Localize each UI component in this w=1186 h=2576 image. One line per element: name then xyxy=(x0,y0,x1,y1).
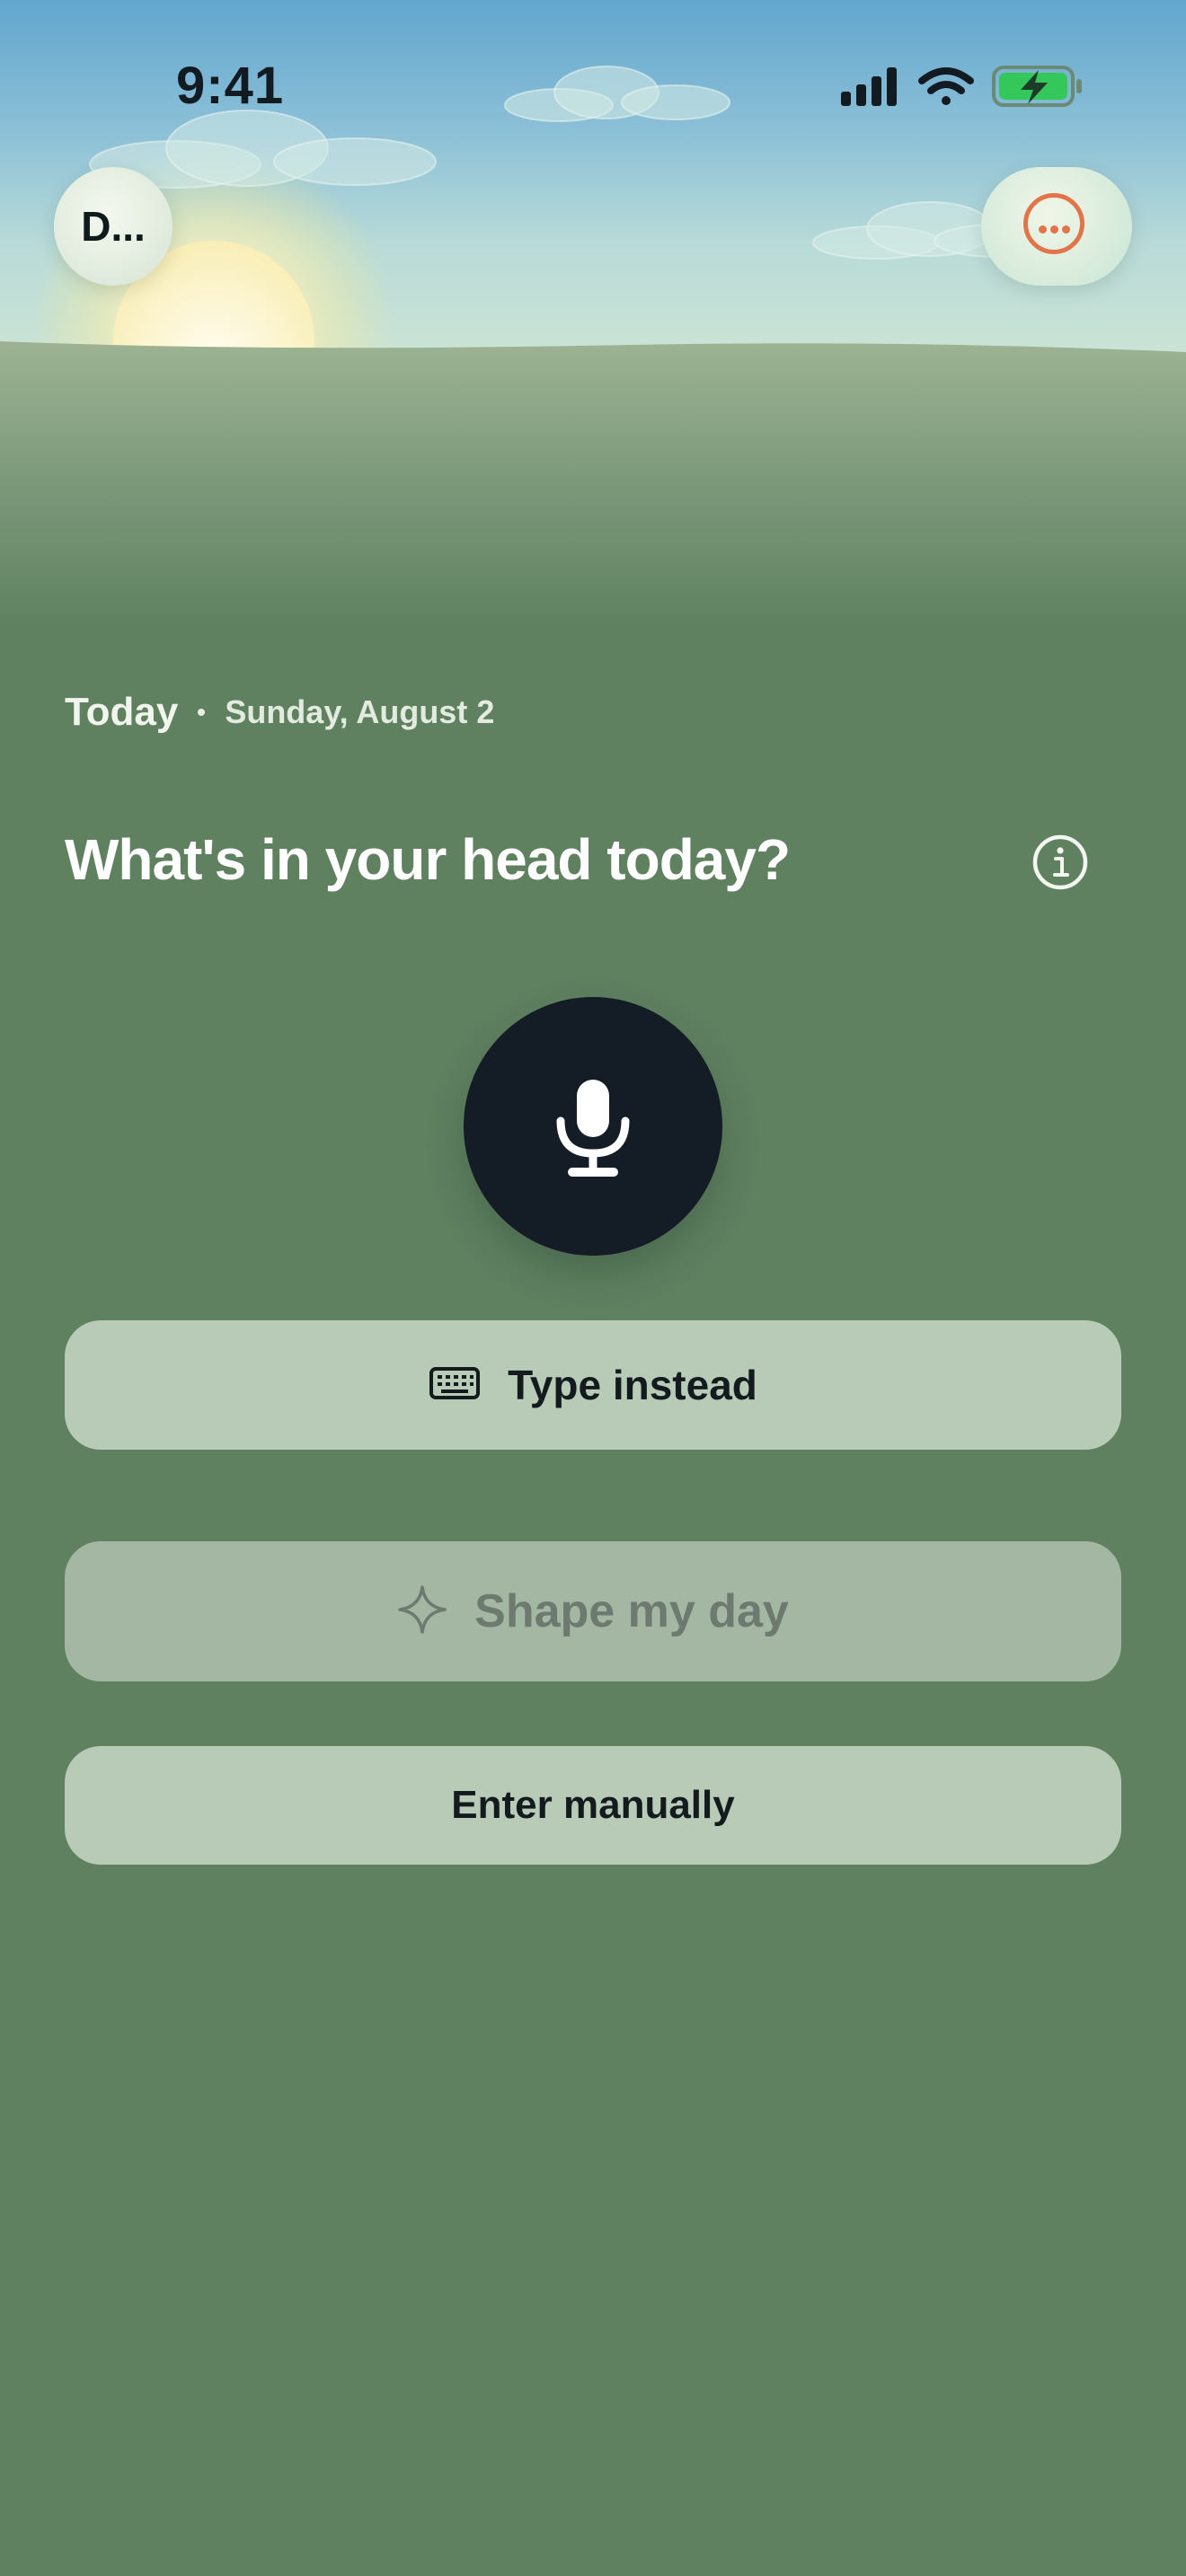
status-time: 9:41 xyxy=(176,57,285,115)
today-label: Today xyxy=(65,690,179,734)
profile-avatar-button[interactable]: D... xyxy=(54,167,173,286)
type-instead-button[interactable]: Type instead xyxy=(65,1320,1121,1450)
shape-my-day-button[interactable]: Shape my day xyxy=(65,1541,1121,1681)
status-icons xyxy=(841,66,1082,107)
ellipsis-circle-icon xyxy=(1023,193,1084,254)
enter-manually-label: Enter manually xyxy=(451,1783,735,1827)
microphone-icon xyxy=(556,1080,630,1177)
voice-record-button[interactable] xyxy=(464,997,722,1256)
status-bar: 9:41 xyxy=(0,0,1186,171)
enter-manually-button[interactable]: Enter manually xyxy=(65,1746,1121,1865)
more-options-button[interactable] xyxy=(981,167,1132,286)
type-instead-label: Type instead xyxy=(508,1362,757,1408)
info-icon[interactable] xyxy=(1031,834,1089,891)
profile-initial: D... xyxy=(81,203,146,250)
keyboard-icon xyxy=(429,1366,481,1405)
battery-charging-icon xyxy=(992,66,1082,107)
date-header: Today Sunday, August 2 xyxy=(65,690,494,744)
meadow-hill xyxy=(0,341,1186,629)
prompt-title: What's in your head today? xyxy=(65,827,791,892)
cellular-signal-icon xyxy=(841,67,897,106)
current-date: Sunday, August 2 xyxy=(225,693,495,730)
shape-my-day-label: Shape my day xyxy=(474,1585,789,1637)
sparkle-icon xyxy=(397,1584,447,1639)
date-separator xyxy=(198,709,206,716)
wifi-icon xyxy=(918,67,974,105)
